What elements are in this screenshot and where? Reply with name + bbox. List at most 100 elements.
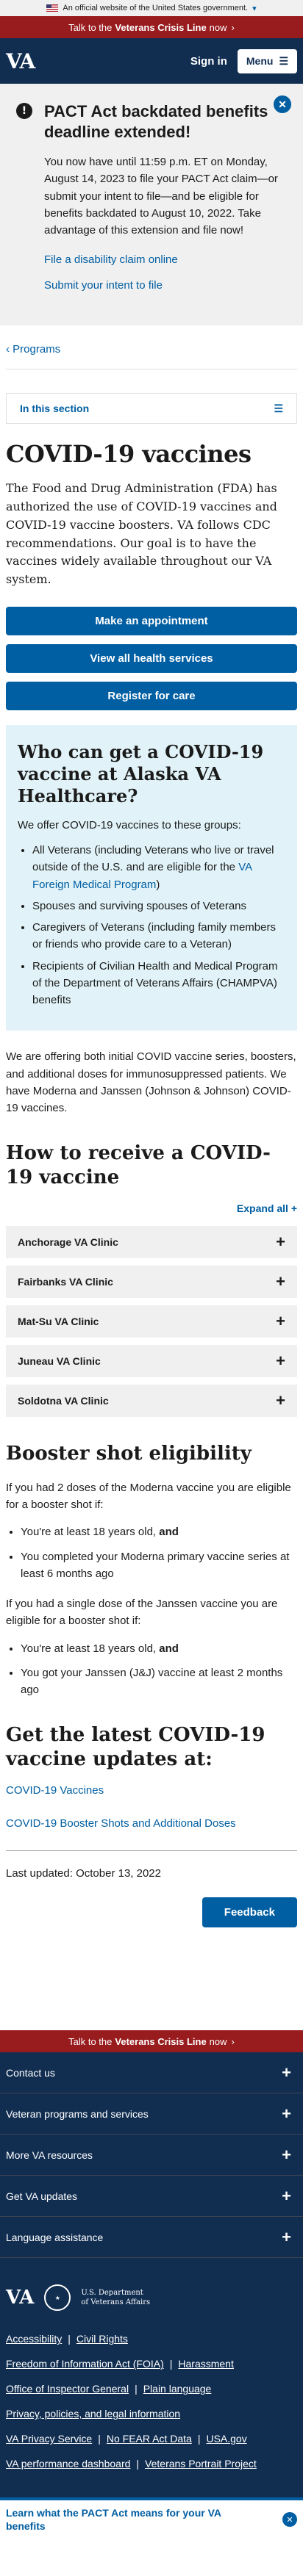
footer-section-label: Language assistance [6,2231,104,2243]
list-item: Caregivers of Veterans (including family… [32,919,285,953]
plus-icon: + [276,1391,285,1410]
breadcrumb-label: Programs [13,343,61,356]
clinic-name: Juneau VA Clinic [18,1355,101,1368]
intent-to-file-link[interactable]: Submit your intent to file [44,279,290,292]
breadcrumb: ‹ Programs [6,343,297,370]
plus-icon: + [282,2104,291,2123]
close-icon[interactable]: ✕ [282,2512,297,2528]
plain-language-link[interactable]: Plain language [143,2383,212,2395]
who-can-get-vaccine-box: Who can get a COVID-19 vaccine at Alaska… [6,725,297,1031]
banner-body: You now have until 11:59 p.m. ET on Mond… [44,156,278,237]
footer-accordion-item[interactable]: Contact us + [0,2052,303,2094]
updates-heading: Get the latest COVID-19 vaccine updates … [6,1724,265,1770]
site-header: VA Sign in Menu ☰ [0,38,303,84]
dept-name: U.S. Department of Veterans Affairs [81,2288,150,2307]
booster-heading: Booster shot eligibility [6,1443,252,1465]
hamburger-icon: ☰ [274,402,283,414]
booster-section: Booster shot eligibility If you had 2 do… [6,1442,297,1698]
oig-link[interactable]: Office of Inspector General [6,2383,129,2395]
official-gov-banner[interactable]: An official website of the United States… [0,0,303,16]
footer-va-logo[interactable]: VA [6,2287,34,2309]
banner-title: PACT Act backdated benefits deadline ext… [44,102,268,141]
footer-accordion-item[interactable]: Get VA updates + [0,2176,303,2218]
crisis-suffix: now [209,21,227,33]
dept-line: U.S. Department [81,2289,143,2298]
footer-links: Accessibility | Civil Rights Freedom of In… [0,2333,303,2497]
chevron-down-icon: ▾ [252,4,257,13]
item-text: You're at least 18 years old, [21,1642,157,1655]
foia-link[interactable]: Freedom of Information Act (FOIA) [6,2358,164,2370]
file-claim-link[interactable]: File a disability claim online [44,253,290,266]
breadcrumb-back[interactable]: ‹ Programs [6,343,60,356]
footer-accordion-item[interactable]: Language assistance + [0,2217,303,2259]
updates-section: Get the latest COVID-19 vaccine updates … [6,1723,297,1830]
page-title: COVID-19 vaccines [6,440,252,469]
plus-icon: + [276,1312,285,1331]
footer-accordion-item[interactable]: More VA resources + [0,2135,303,2176]
clinic-accordion-item[interactable]: Soldotna VA Clinic + [6,1385,297,1418]
clinic-accordion-item[interactable]: Mat-Su VA Clinic + [6,1305,297,1338]
divider: | [135,2383,138,2395]
plus-icon: + [282,2227,291,2246]
crisis-line-name: Veterans Crisis Line [115,21,207,33]
privacy-link[interactable]: Privacy, policies, and legal information [6,2408,180,2420]
menu-button[interactable]: Menu ☰ [237,48,297,73]
in-this-section-menu[interactable]: In this section ☰ [6,393,297,425]
list-item: You're at least 18 years old, and [21,1523,297,1540]
va-logo[interactable]: VA [6,49,35,73]
usa-gov-link[interactable]: USA.gov [206,2433,246,2445]
plus-icon: + [276,1233,285,1252]
footer-crisis-line-bar[interactable]: Talk to the Veterans Crisis Line now › [0,2030,303,2053]
divider: | [98,2433,101,2445]
list-item: Spouses and surviving spouses of Veteran… [32,898,285,914]
clinic-accordion: Anchorage VA Clinic + Fairbanks VA Clinic +… [6,1226,297,1418]
clinic-accordion-item[interactable]: Anchorage VA Clinic + [6,1226,297,1259]
divider: | [169,2358,173,2370]
who-lead: We offer COVID-19 vaccines to these grou… [18,819,241,832]
dashboard-link[interactable]: VA performance dashboard [6,2458,130,2469]
close-icon[interactable]: ✕ [274,95,291,113]
footer-section-label: Contact us [6,2066,55,2079]
moderna-lead: If you had 2 doses of the Moderna vaccin… [6,1481,291,1512]
intro-text: The Food and Drug Administration (FDA) h… [6,481,277,587]
official-gov-text: An official website of the United States… [63,4,249,12]
list-item: You got your Janssen (J&J) vaccine at le… [21,1664,297,1699]
crisis-line-bar[interactable]: Talk to the Veterans Crisis Line now › [0,16,303,38]
clinic-accordion-item[interactable]: Fairbanks VA Clinic + [6,1266,297,1299]
how-to-receive-heading: How to receive a COVID-19 vaccine [6,1142,271,1188]
va-privacy-link[interactable]: VA Privacy Service [6,2433,92,2445]
accessibility-link[interactable]: Accessibility [6,2333,62,2345]
covid-vaccines-link[interactable]: COVID-19 Vaccines [6,1784,297,1797]
footer-accordion-item[interactable]: Veteran programs and services + [0,2093,303,2135]
va-seal-icon: ★ [44,2284,71,2312]
crisis-prefix: Talk to the [68,2035,113,2047]
feedback-button[interactable]: Feedback [202,1897,297,1928]
pact-act-banner: ! ✕ PACT Act backdated benefits deadline… [0,84,303,326]
pact-act-link[interactable]: Learn what the PACT Act means for your V… [6,2506,234,2533]
no-fear-link[interactable]: No FEAR Act Data [107,2433,192,2445]
footer-section-label: Veteran programs and services [6,2107,149,2120]
harassment-link[interactable]: Harassment [178,2358,233,2370]
chevron-right-icon: › [231,2035,235,2047]
register-for-care-button[interactable]: Register for care [6,682,297,711]
clinic-name: Soldotna VA Clinic [18,1395,109,1407]
in-section-label: In this section [20,403,90,415]
janssen-list: You're at least 18 years old, and You go… [6,1640,297,1699]
clinic-accordion-item[interactable]: Juneau VA Clinic + [6,1345,297,1378]
civil-rights-link[interactable]: Civil Rights [76,2333,128,2345]
clinic-name: Anchorage VA Clinic [18,1236,118,1249]
portrait-project-link[interactable]: Veterans Portrait Project [145,2458,257,2469]
dept-line: of Veterans Affairs [81,2298,151,2307]
booster-shots-link[interactable]: COVID-19 Booster Shots and Additional Do… [6,1817,297,1830]
footer-accordion: Contact us + Veteran programs and services… [0,2052,303,2259]
us-flag-icon [46,4,59,12]
sign-in-link[interactable]: Sign in [190,55,227,68]
divider: | [68,2333,71,2345]
view-health-services-button[interactable]: View all health services [6,644,297,674]
make-appointment-button[interactable]: Make an appointment [6,607,297,636]
janssen-lead: If you had a single dose of the Janssen … [6,1598,278,1628]
pact-act-bottom-bar: Learn what the PACT Act means for your V… [0,2497,303,2539]
expand-all-button[interactable]: Expand all + [6,1202,297,1214]
plus-icon: + [282,2186,291,2205]
hamburger-icon: ☰ [279,54,288,67]
